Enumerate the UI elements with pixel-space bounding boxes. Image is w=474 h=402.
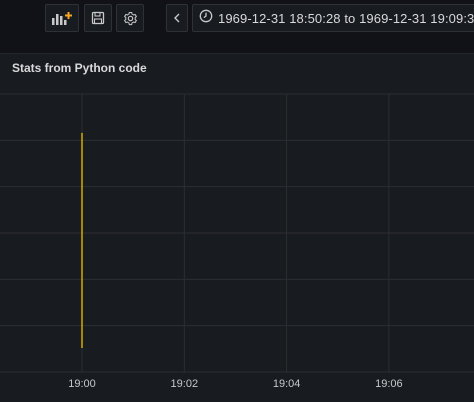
chevron-left-icon <box>173 13 181 23</box>
time-range-text: 1969-12-31 18:50:28 to 1969-12-31 19:09:… <box>218 10 474 26</box>
save-icon <box>91 11 105 25</box>
time-shift-back-button[interactable] <box>166 4 188 32</box>
graph-plot: 19:00 19:02 19:04 19:06 <box>0 93 474 390</box>
x-tick-label: 19:06 <box>375 378 403 390</box>
x-tick-label: 19:02 <box>171 378 199 390</box>
add-panel-button[interactable] <box>45 4 79 32</box>
dashboard-toolbar: 1969-12-31 18:50:28 to 1969-12-31 19:09:… <box>0 0 474 44</box>
clock-icon <box>199 9 213 28</box>
dashboard-root: 1969-12-31 18:50:28 to 1969-12-31 19:09:… <box>0 0 474 402</box>
x-tick-label: 19:00 <box>68 378 96 390</box>
graph-panel: 19:00 19:02 19:04 19:06 Stats from Python c… <box>0 53 474 402</box>
save-dashboard-button[interactable] <box>84 4 112 32</box>
x-tick-label: 19:04 <box>273 378 301 390</box>
bar-chart-plus-icon <box>51 10 73 26</box>
time-range-picker[interactable]: 1969-12-31 18:50:28 to 1969-12-31 19:09:… <box>192 4 474 32</box>
x-axis-ticks: 19:00 19:02 19:04 19:06 <box>68 378 402 390</box>
dashboard-settings-button[interactable] <box>116 4 144 32</box>
plot-grid <box>0 93 474 373</box>
panel-title[interactable]: Stats from Python code <box>12 61 147 75</box>
gear-icon <box>123 11 138 26</box>
